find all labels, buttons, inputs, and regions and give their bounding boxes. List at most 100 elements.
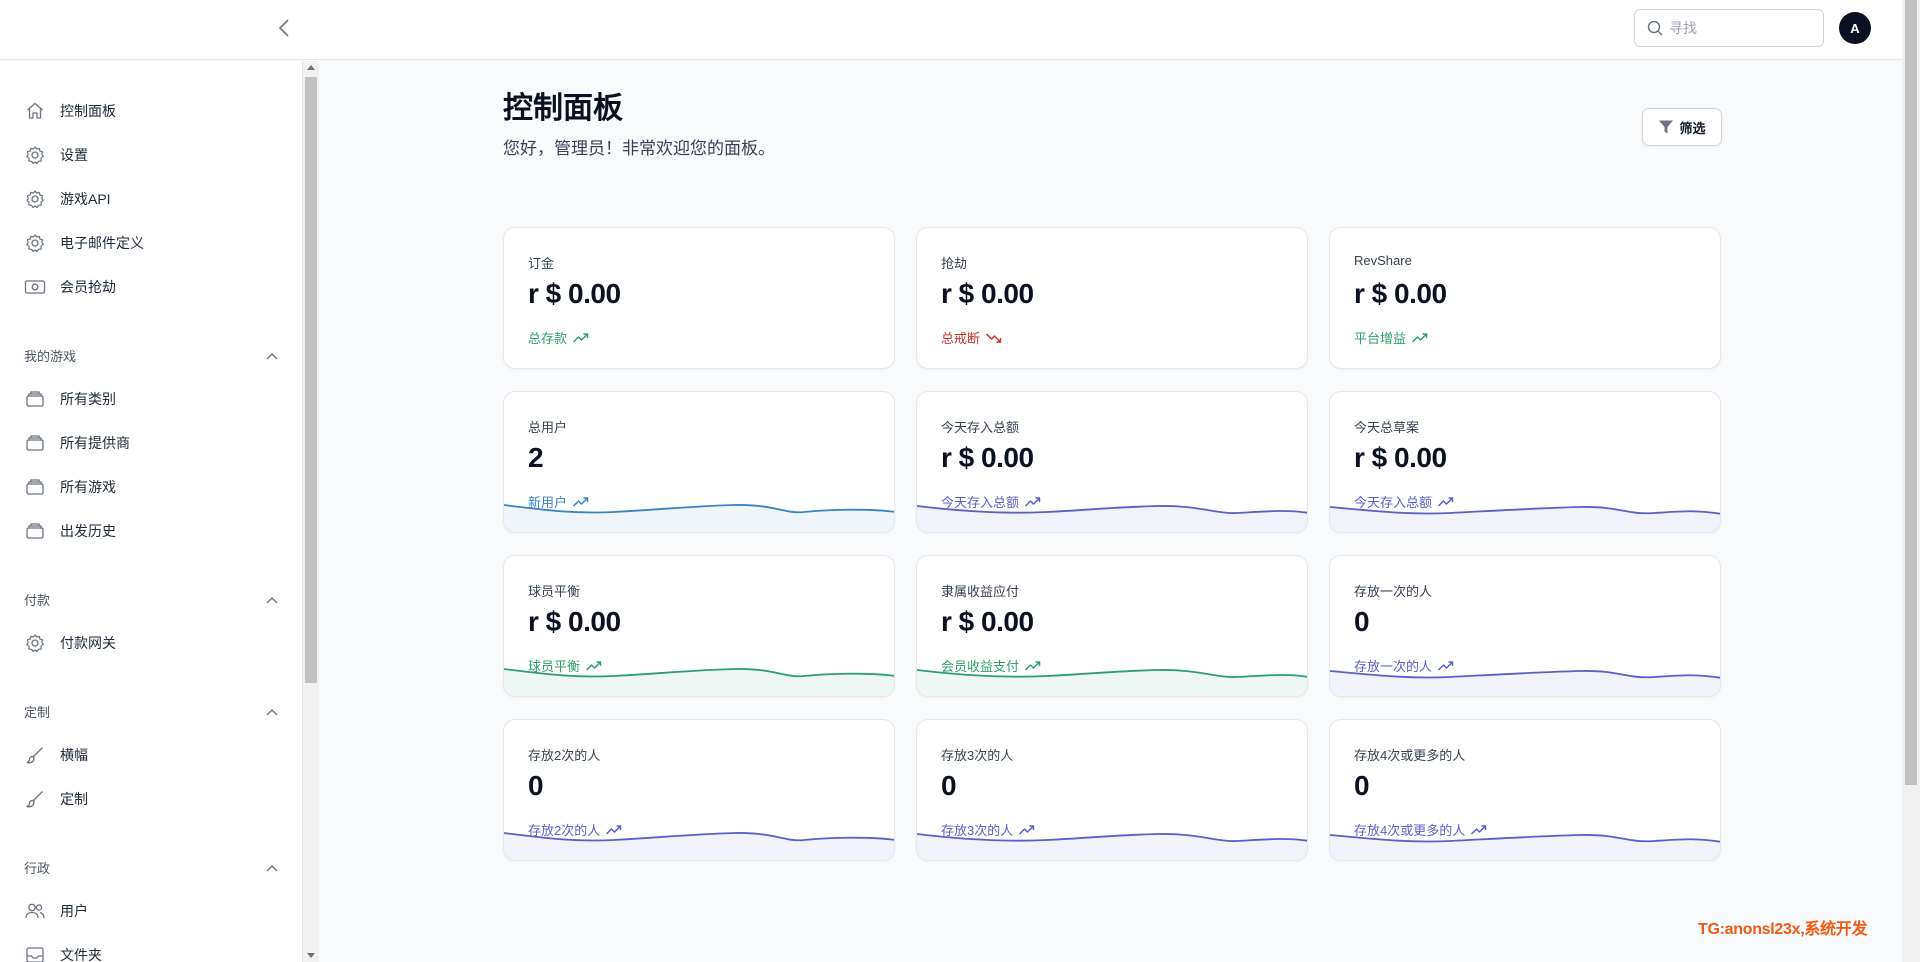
stat-card-label: 总用户 [528,420,568,435]
stat-card-value: r $ 0.00 [528,606,621,637]
watermark: TG:anonsl23x,系统开发 [1698,921,1868,938]
page-scrollbar-thumb[interactable] [1905,0,1917,785]
sidebar-item-customize[interactable]: 定制 [24,787,88,811]
stat-card: 球员平衡 r $ 0.00 球员平衡 [503,555,895,697]
stat-card-value: r $ 0.00 [1354,442,1447,473]
stat-card: 总用户 2 新用户 [503,391,895,533]
sparkline-area [1330,506,1720,532]
brush-icon [24,744,46,766]
stat-card-value: r $ 0.00 [941,606,1034,637]
stat-card-value: r $ 0.00 [1354,278,1447,309]
sidebar-item-label: 会员抢劫 [60,279,116,295]
sidebar-item-label: 所有类别 [60,391,116,407]
sidebar-section-administration[interactable]: 行政 [24,858,278,877]
page-title: 控制面板 [503,92,623,125]
stat-card-value: r $ 0.00 [941,278,1034,309]
page-scrollbar[interactable] [1902,0,1920,962]
scroll-down-icon[interactable] [307,953,315,958]
sparkline-area [504,668,894,696]
stat-card: 存放一次的人 0 存放一次的人 [1329,555,1721,697]
stack-icon [24,520,46,542]
sidebar-item-game-api[interactable]: 游戏API [24,187,111,211]
sidebar-item-label: 出发历史 [60,523,116,539]
stat-card-label: 今天存入总额 [941,420,1020,435]
sidebar-item-label: 所有游戏 [60,479,116,495]
sparkline-area [1330,670,1720,696]
trending-up-icon [572,331,589,345]
stat-card-label: 球员平衡 [528,584,581,599]
users-icon [24,900,46,922]
trending-up-icon [1411,331,1428,345]
sidebar-section-payments[interactable]: 付款 [24,590,278,609]
sidebar-scrollbar[interactable] [303,61,319,962]
sidebar-item-all-providers[interactable]: 所有提供商 [24,431,130,455]
sparkline-chart [1330,670,1720,696]
sidebar-item-folders[interactable]: 文件夹 [24,943,102,962]
sidebar-item-label: 所有提供商 [60,435,130,451]
top-bar: A [0,0,1902,60]
stat-card-label: 存放2次的人 [528,748,601,763]
sparkline-chart [1330,834,1720,860]
stat-card-label: 今天总草案 [1354,420,1420,435]
stat-card-label: 存放4次或更多的人 [1354,748,1466,763]
sparkline-chart [1330,506,1720,532]
stat-card-value: 0 [1354,606,1370,637]
sidebar-item-payment-gateway[interactable]: 付款网关 [24,631,116,655]
stat-card-label: 订金 [528,256,555,271]
sidebar-item-departure-history[interactable]: 出发历史 [24,519,116,543]
stat-card-label: 抢劫 [941,256,968,271]
gear-icon [24,144,46,166]
sidebar-item-all-games[interactable]: 所有游戏 [24,475,116,499]
stat-card: 订金 r $ 0.00 总存款 [503,227,895,369]
stack-icon [24,432,46,454]
sidebar-item-users[interactable]: 用户 [24,899,88,923]
sparkline-chart [917,669,1307,696]
sparkline-area [1330,834,1720,860]
stat-card-value: 0 [528,770,544,801]
gear-icon [24,632,46,654]
sidebar-item-label: 设置 [60,147,88,163]
sidebar-item-label: 付款网关 [60,635,116,651]
scroll-up-icon[interactable] [307,65,315,70]
stat-card-label: 存放一次的人 [1354,584,1433,599]
sidebar-item-dashboard[interactable]: 控制面板 [24,99,116,123]
sidebar-section-title: 付款 [24,593,51,608]
collapse-sidebar-button[interactable] [272,16,296,40]
sparkline-area [917,833,1307,860]
stat-card-value: 0 [1354,770,1370,801]
search-input[interactable] [1669,20,1809,36]
sparkline-area [504,832,894,860]
stat-card-label: 隶属收益应付 [941,584,1020,599]
stat-card: 抢劫 r $ 0.00 总戒断 [916,227,1308,369]
search-box[interactable] [1634,9,1824,47]
home-icon [24,100,46,122]
sparkline-chart [504,504,894,532]
stat-card-label: RevShare [1354,253,1412,268]
avatar[interactable]: A [1839,12,1871,44]
filter-button[interactable]: 筛选 [1642,108,1722,146]
chevron-left-icon [278,19,289,37]
sidebar-item-email-definitions[interactable]: 电子邮件定义 [24,231,144,255]
sidebar-item-label: 定制 [60,791,88,807]
chevron-up-icon [266,596,278,603]
sidebar-scrollbar-thumb[interactable] [305,77,317,683]
stack-icon [24,476,46,498]
sidebar-item-banners[interactable]: 横幅 [24,743,88,767]
sidebar-section-customization[interactable]: 定制 [24,702,278,721]
sidebar-item-label: 文件夹 [60,947,102,962]
stat-card-description: 总戒断 [941,328,1002,347]
sidebar-section-my-games[interactable]: 我的游戏 [24,346,278,365]
sidebar-section-title: 定制 [24,705,51,720]
sparkline-area [917,505,1307,532]
sidebar-item-settings[interactable]: 设置 [24,143,88,167]
sidebar-item-all-categories[interactable]: 所有类别 [24,387,116,411]
page-header: 控制面板 您好，管理员！非常欢迎您的面板。 [503,90,775,159]
sidebar-item-member-withdrawals[interactable]: 会员抢劫 [24,275,116,299]
stat-card-value: r $ 0.00 [941,442,1034,473]
chevron-up-icon [266,864,278,871]
inbox-icon [24,944,46,962]
gear-icon [24,232,46,254]
chevron-up-icon [266,352,278,359]
stat-card: 今天总草案 r $ 0.00 今天存入总额 [1329,391,1721,533]
sparkline-area [504,504,894,532]
